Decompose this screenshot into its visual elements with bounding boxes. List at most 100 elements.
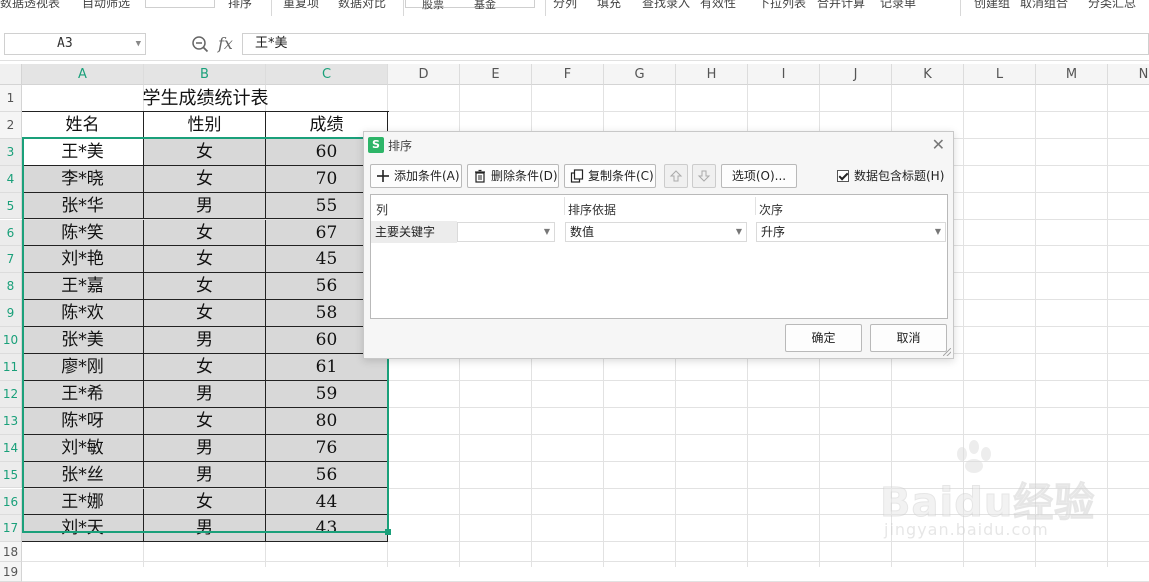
sheet-title-cell[interactable]: 学生成绩统计表 — [22, 85, 389, 112]
data-cell[interactable]: 男 — [144, 380, 266, 408]
data-cell[interactable]: 刘*敏 — [22, 434, 144, 462]
fx-icon[interactable]: fx — [218, 34, 233, 53]
name-box[interactable]: A3 ▼ — [4, 33, 146, 55]
row-header-13[interactable]: 13 — [0, 407, 22, 435]
move-down-button[interactable] — [692, 164, 716, 188]
zoom-icon[interactable] — [191, 35, 209, 53]
row-header-5[interactable]: 5 — [0, 192, 22, 220]
row-header-16[interactable]: 16 — [0, 488, 22, 516]
row-header-11[interactable]: 11 — [0, 354, 22, 381]
column-header-e[interactable]: E — [460, 64, 532, 85]
data-cell[interactable]: 王*娜 — [22, 488, 144, 516]
toolbar-item[interactable]: 排序 — [228, 0, 252, 11]
data-cell[interactable]: 女 — [144, 246, 266, 274]
row-header-15[interactable]: 15 — [0, 461, 22, 489]
delete-condition-button[interactable]: 删除条件(D) — [467, 164, 559, 188]
column-header-f[interactable]: F — [532, 64, 604, 85]
order-select[interactable]: 升序 ▼ — [756, 222, 946, 242]
data-cell[interactable]: 李*晓 — [22, 165, 144, 193]
toolbar-item[interactable]: 取消组合 — [1020, 0, 1068, 11]
select-all-corner[interactable] — [0, 64, 22, 85]
chevron-down-icon[interactable]: ▼ — [136, 34, 141, 54]
data-cell[interactable]: 女 — [144, 273, 266, 301]
move-up-button[interactable] — [664, 164, 688, 188]
data-cell[interactable]: 陈*呀 — [22, 407, 144, 435]
data-cell[interactable]: 张*华 — [22, 192, 144, 220]
toolbar-combo[interactable] — [145, 0, 215, 8]
copy-condition-button[interactable]: 复制条件(C) — [564, 164, 656, 188]
column-header-c[interactable]: C — [266, 64, 388, 85]
column-header-b[interactable]: B — [144, 64, 266, 85]
active-cell[interactable]: 王*美 — [22, 138, 144, 166]
has-header-checkbox[interactable] — [837, 170, 849, 182]
data-cell[interactable]: 廖*刚 — [22, 354, 144, 381]
data-cell[interactable]: 女 — [144, 138, 266, 166]
data-cell[interactable]: 女 — [144, 354, 266, 381]
row-header-10[interactable]: 10 — [0, 327, 22, 354]
toolbar-item[interactable]: 记录单 — [880, 0, 916, 11]
header-cell[interactable]: 姓名 — [22, 111, 144, 139]
ok-button[interactable]: 确定 — [785, 324, 862, 352]
toolbar-item[interactable]: 填充 — [597, 0, 621, 11]
sortby-select[interactable]: 数值 ▼ — [565, 222, 747, 242]
column-header-m[interactable]: M — [1036, 64, 1108, 85]
close-icon[interactable]: ✕ — [932, 135, 945, 154]
column-header-l[interactable]: L — [964, 64, 1036, 85]
toolbar-item[interactable]: 创建组 — [974, 0, 1010, 11]
data-cell[interactable]: 陈*笑 — [22, 219, 144, 247]
data-cell[interactable]: 59 — [266, 380, 388, 408]
add-condition-button[interactable]: 添加条件(A) — [370, 164, 462, 188]
data-cell[interactable]: 女 — [144, 407, 266, 435]
data-cell[interactable]: 女 — [144, 219, 266, 247]
data-cell[interactable]: 男 — [144, 327, 266, 354]
toolbar-item[interactable]: 重复项 — [283, 0, 319, 11]
primary-key-select[interactable]: ▼ — [457, 222, 555, 242]
column-header-d[interactable]: D — [388, 64, 460, 85]
row-header-2[interactable]: 2 — [0, 111, 22, 139]
row-header-12[interactable]: 12 — [0, 380, 22, 408]
row-header-4[interactable]: 4 — [0, 165, 22, 193]
data-cell[interactable]: 男 — [144, 434, 266, 462]
row-header-6[interactable]: 6 — [0, 219, 22, 247]
row-header-7[interactable]: 7 — [0, 246, 22, 274]
resize-grip-icon[interactable] — [943, 348, 951, 356]
data-cell[interactable]: 44 — [266, 488, 388, 516]
fill-handle[interactable] — [385, 529, 391, 535]
data-cell[interactable]: 男 — [144, 515, 266, 543]
data-cell[interactable]: 56 — [266, 461, 388, 489]
row-header-18[interactable]: 18 — [0, 542, 22, 563]
data-cell[interactable]: 王*希 — [22, 380, 144, 408]
data-cell[interactable]: 男 — [144, 192, 266, 220]
toolbar-item[interactable]: 有效性 — [700, 0, 736, 11]
data-cell[interactable]: 张*丝 — [22, 461, 144, 489]
row-header-19[interactable]: 19 — [0, 562, 22, 582]
toolbar-item[interactable]: 分列 — [553, 0, 577, 11]
data-cell[interactable]: 刘*天 — [22, 515, 144, 543]
column-header-n[interactable]: N — [1108, 64, 1149, 85]
options-button[interactable]: 选项(O)... — [721, 164, 797, 188]
data-cell[interactable]: 43 — [266, 515, 388, 543]
data-cell[interactable]: 刘*艳 — [22, 246, 144, 274]
toolbar-item[interactable]: 合并计算 — [817, 0, 865, 11]
column-header-k[interactable]: K — [892, 64, 964, 85]
row-header-9[interactable]: 9 — [0, 300, 22, 328]
toolbar-item[interactable]: 查找录入 — [642, 0, 690, 11]
data-cell[interactable]: 76 — [266, 434, 388, 462]
column-header-g[interactable]: G — [604, 64, 676, 85]
data-cell[interactable]: 女 — [144, 488, 266, 516]
header-cell[interactable]: 性别 — [144, 111, 266, 139]
data-cell[interactable]: 男 — [144, 461, 266, 489]
row-header-3[interactable]: 3 — [0, 138, 22, 166]
data-cell[interactable]: 80 — [266, 407, 388, 435]
data-cell[interactable]: 张*美 — [22, 327, 144, 354]
toolbar-item[interactable]: 数据对比 — [338, 0, 386, 11]
toolbar-item[interactable]: 数据透视表 — [0, 0, 60, 11]
row-header-14[interactable]: 14 — [0, 434, 22, 462]
row-header-17[interactable]: 17 — [0, 515, 22, 543]
column-header-h[interactable]: H — [676, 64, 748, 85]
data-cell[interactable]: 陈*欢 — [22, 300, 144, 328]
cancel-button[interactable]: 取消 — [870, 324, 947, 352]
row-header-8[interactable]: 8 — [0, 273, 22, 301]
data-cell[interactable]: 女 — [144, 165, 266, 193]
toolbar-item[interactable]: 分类汇总 — [1088, 0, 1136, 11]
